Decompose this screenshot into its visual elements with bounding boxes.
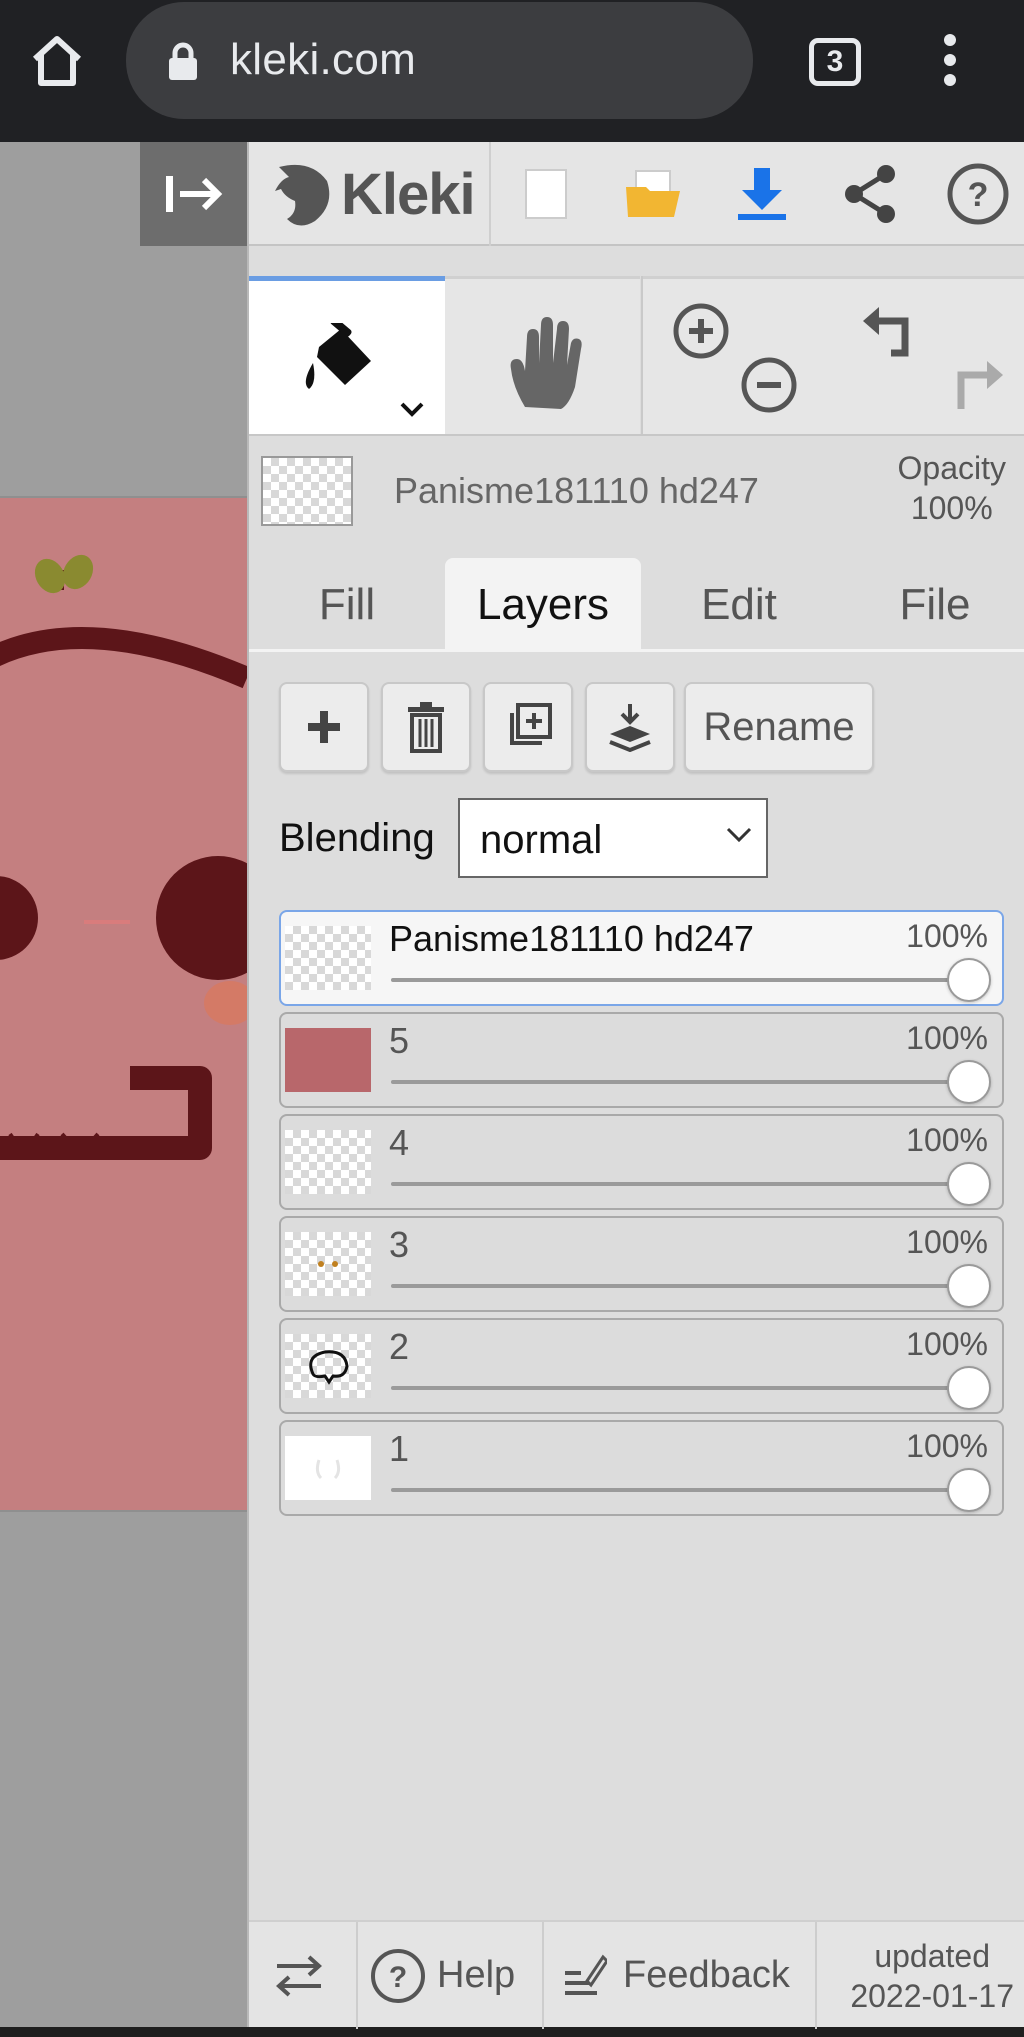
- paint-bucket-tool[interactable]: [249, 276, 445, 434]
- layer-opacity: 100%: [906, 1224, 988, 1260]
- merge-down-button[interactable]: [585, 682, 675, 772]
- feedback-icon: [565, 1954, 607, 1995]
- opacity-slider-track[interactable]: [391, 1284, 966, 1288]
- tool-panel: Kleki ? Panisme181110 hd247 Opacity 100%…: [247, 142, 1024, 2029]
- duplicate-layer-button[interactable]: [483, 682, 573, 772]
- divider: [356, 1922, 358, 2029]
- layer-name: 1: [389, 1428, 410, 1469]
- layer-opacity: 100%: [906, 1428, 988, 1464]
- open-folder-icon[interactable]: [619, 162, 689, 226]
- new-file-icon[interactable]: [511, 162, 581, 226]
- opacity-slider-track[interactable]: [391, 1080, 966, 1084]
- layer-thumbnail: [285, 1028, 371, 1092]
- hand-tool[interactable]: [445, 276, 640, 434]
- layer-name: 4: [389, 1122, 410, 1163]
- layer-opacity: 100%: [906, 1020, 988, 1056]
- current-layer-info: Panisme181110 hd247 Opacity 100%: [249, 438, 1024, 548]
- layer-opacity: 100%: [906, 1122, 988, 1158]
- current-layer-name: Panisme181110 hd247: [394, 470, 759, 511]
- opacity-slider-handle[interactable]: [947, 1060, 991, 1104]
- collapse-panel-icon[interactable]: [140, 142, 247, 246]
- rename-layer-button[interactable]: Rename: [684, 682, 874, 772]
- layer-name: 2: [389, 1326, 410, 1367]
- blending-row: Blending normal: [249, 798, 1024, 878]
- undo-icon[interactable]: [861, 303, 919, 363]
- chevron-down-icon: [726, 827, 752, 843]
- chevron-down-icon: [400, 402, 424, 417]
- zoom-undo-group: [643, 276, 1024, 434]
- browser-toolbar: kleki.com 3: [0, 0, 1024, 142]
- panel-footer: ? Help Feedback updated 2022-01-17: [249, 1920, 1024, 2029]
- opacity-slider-handle[interactable]: [947, 958, 991, 1002]
- divider: [542, 1922, 544, 2029]
- current-layer-thumbnail: [261, 456, 353, 526]
- zoom-in-icon[interactable]: [671, 301, 731, 361]
- layer-thumbnail: [285, 926, 371, 990]
- tab-layers[interactable]: Layers: [445, 558, 641, 652]
- layer-thumbnail: [285, 1130, 371, 1194]
- layer-item[interactable]: Panisme181110 hd247 100%: [279, 910, 1004, 1006]
- lock-icon: [166, 42, 200, 87]
- layer-item[interactable]: 2 100%: [279, 1318, 1004, 1414]
- canvas-artwork: [0, 496, 247, 1512]
- layer-toolbar: Rename: [249, 682, 1024, 782]
- blending-select[interactable]: normal: [458, 798, 768, 878]
- svg-text:?: ?: [968, 176, 989, 214]
- layer-opacity-display: Opacity 100%: [897, 450, 1006, 526]
- redo-icon[interactable]: [947, 357, 1005, 417]
- help-button[interactable]: ? Help: [369, 1922, 515, 2029]
- help-icon: ?: [371, 1948, 425, 2003]
- layer-item[interactable]: 3 100%: [279, 1216, 1004, 1312]
- divider: [815, 1922, 817, 2029]
- panel-tabs: Fill Layers Edit File: [249, 548, 1024, 652]
- layer-opacity: 100%: [906, 1326, 988, 1362]
- delete-layer-button[interactable]: [381, 682, 471, 772]
- layer-list: Panisme181110 hd247 100% 5 100% 4 100% 3…: [279, 910, 1004, 1522]
- opacity-slider-track[interactable]: [391, 1488, 966, 1492]
- drawing-canvas[interactable]: [0, 142, 247, 2027]
- kleki-logo[interactable]: Kleki: [271, 156, 476, 232]
- tool-row: [249, 276, 1024, 436]
- layer-thumbnail: [285, 1334, 371, 1398]
- opacity-slider-track[interactable]: [391, 978, 966, 982]
- swap-sides-icon[interactable]: [273, 1922, 325, 2029]
- layer-thumbnail: [285, 1232, 371, 1296]
- layer-name: 3: [389, 1224, 410, 1265]
- svg-text:?: ?: [389, 1961, 407, 1994]
- opacity-slider-track[interactable]: [391, 1182, 966, 1186]
- opacity-slider-handle[interactable]: [947, 1264, 991, 1308]
- home-icon[interactable]: [22, 28, 92, 94]
- more-menu-icon[interactable]: [930, 30, 970, 90]
- tab-edit[interactable]: Edit: [641, 558, 837, 652]
- tab-fill[interactable]: Fill: [249, 558, 445, 652]
- blending-label: Blending: [279, 816, 435, 860]
- layer-item[interactable]: 5 100%: [279, 1012, 1004, 1108]
- zoom-out-icon[interactable]: [739, 355, 799, 415]
- url-text: kleki.com: [230, 35, 417, 84]
- address-bar[interactable]: kleki.com: [126, 2, 753, 119]
- opacity-slider-track[interactable]: [391, 1386, 966, 1390]
- layer-item[interactable]: 1 100%: [279, 1420, 1004, 1516]
- feedback-button[interactable]: Feedback: [563, 1922, 790, 2029]
- add-layer-button[interactable]: [279, 682, 369, 772]
- opacity-slider-handle[interactable]: [947, 1162, 991, 1206]
- layer-opacity: 100%: [906, 918, 988, 954]
- updated-date: updated 2022-01-17: [850, 1938, 1014, 2014]
- layer-thumbnail: [285, 1436, 371, 1500]
- opacity-slider-handle[interactable]: [947, 1468, 991, 1512]
- layer-name: 5: [389, 1020, 410, 1061]
- share-icon[interactable]: [835, 162, 905, 226]
- tab-file[interactable]: File: [837, 558, 1024, 652]
- divider: [489, 142, 491, 246]
- download-icon[interactable]: [727, 162, 797, 226]
- tab-switcher-button[interactable]: 3: [809, 38, 861, 86]
- layer-item[interactable]: 4 100%: [279, 1114, 1004, 1210]
- help-icon[interactable]: ?: [943, 162, 1013, 226]
- app-header: Kleki ?: [249, 142, 1024, 246]
- layer-name: Panisme181110 hd247: [389, 918, 754, 959]
- opacity-slider-handle[interactable]: [947, 1366, 991, 1410]
